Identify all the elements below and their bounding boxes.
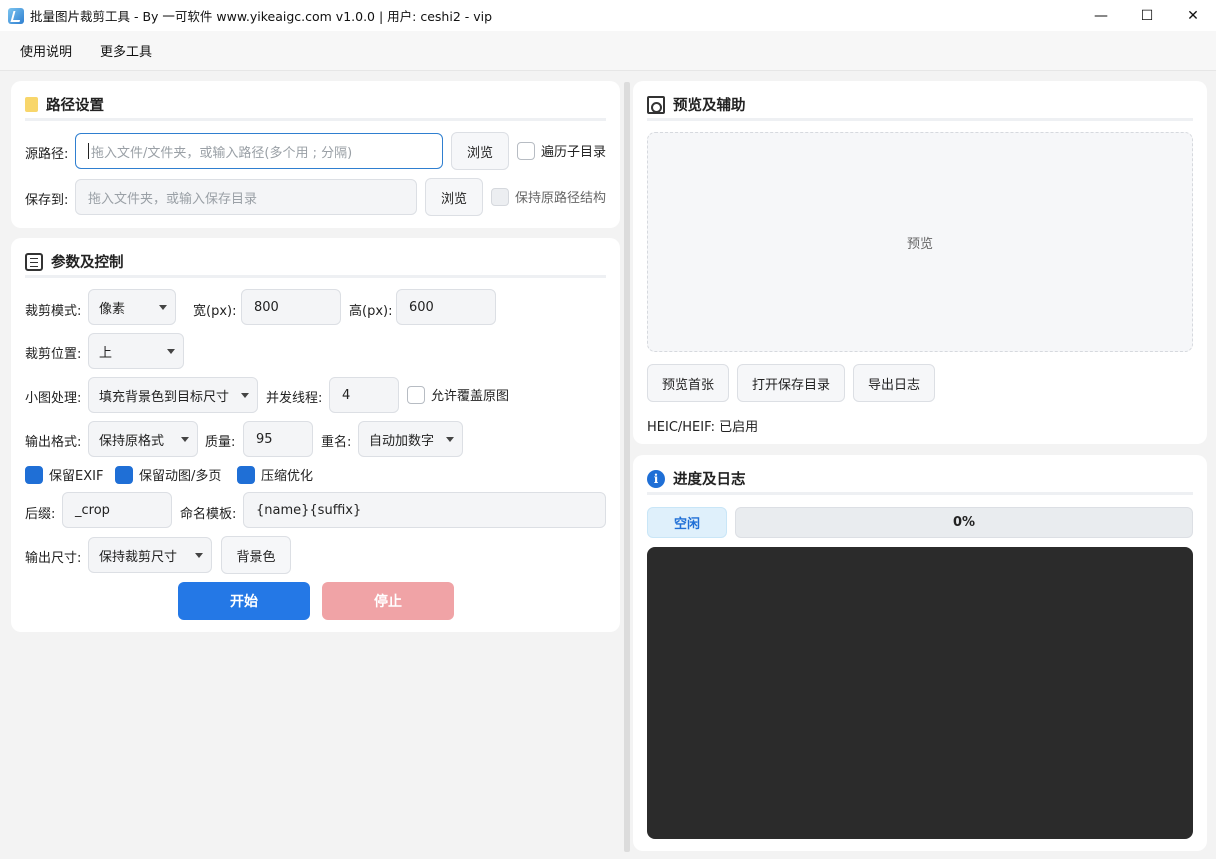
- progress-header: i 进度及日志: [647, 465, 1193, 495]
- overwrite-box: [407, 385, 425, 404]
- progress-title: 进度及日志: [673, 472, 746, 488]
- save-label: 保存到:: [25, 193, 69, 208]
- compress-checkbox[interactable]: 压缩优化: [237, 465, 313, 484]
- preview-placeholder: 预览: [906, 236, 933, 252]
- format-select[interactable]: 保持原格式: [88, 421, 198, 457]
- width-label: 宽(px):: [193, 304, 237, 319]
- status-badge: 空闲: [647, 507, 727, 538]
- keep-structure-checkbox[interactable]: 保持原路径结构: [491, 187, 606, 206]
- app-icon: [8, 7, 24, 24]
- template-input[interactable]: {name}{suffix}: [243, 492, 606, 528]
- export-log-button[interactable]: 导出日志: [853, 364, 935, 402]
- crop-position-select[interactable]: 上: [88, 333, 184, 369]
- preview-first-button[interactable]: 预览首张: [647, 364, 729, 402]
- keep-structure-box: [491, 187, 509, 206]
- menu-bar: 使用说明 更多工具: [0, 31, 1216, 71]
- recurse-box: [517, 141, 535, 160]
- preview-title: 预览及辅助: [673, 98, 746, 114]
- suffix-input[interactable]: _crop: [62, 492, 172, 528]
- start-button[interactable]: 开始: [178, 582, 310, 620]
- small-image-select[interactable]: 填充背景色到目标尺寸: [88, 377, 258, 413]
- crop-position-label: 裁剪位置:: [25, 347, 82, 362]
- compress-box: [237, 465, 255, 484]
- chevron-down-icon: [181, 437, 189, 442]
- preview-header: 预览及辅助: [647, 91, 1193, 121]
- keep-animation-box: [115, 465, 133, 484]
- threads-input[interactable]: 4: [329, 377, 399, 413]
- preview-icon: [647, 95, 665, 114]
- open-save-dir-button[interactable]: 打开保存目录: [737, 364, 845, 402]
- width-input[interactable]: 800: [241, 289, 341, 325]
- heic-status: HEIC/HEIF: 已启用: [647, 420, 759, 435]
- title-bar: 批量图片裁剪工具 - By 一可软件 www.yikeaigc.com v1.0…: [0, 0, 1216, 31]
- minimize-button[interactable]: —: [1078, 0, 1124, 31]
- maximize-button[interactable]: ☐: [1124, 0, 1170, 31]
- source-path-input[interactable]: 拖入文件/文件夹，或输入路径(多个用 ; 分隔): [75, 133, 443, 169]
- params-header: 参数及控制: [25, 248, 606, 278]
- log-console[interactable]: [647, 547, 1193, 839]
- progress-text: 0%: [952, 515, 976, 530]
- chevron-down-icon: [195, 553, 203, 558]
- text-caret: [88, 143, 89, 159]
- small-image-label: 小图处理:: [25, 391, 82, 406]
- params-card: 参数及控制 裁剪模式: 像素 宽(px): 800 高(px): 600 裁剪位…: [11, 238, 620, 632]
- path-settings-header: 路径设置: [25, 91, 606, 121]
- keep-exif-box: [25, 465, 43, 484]
- keep-animation-checkbox[interactable]: 保留动图/多页: [115, 465, 221, 484]
- path-settings-card: 路径设置 源路径: 拖入文件/文件夹，或输入路径(多个用 ; 分隔) 浏览 遍历…: [11, 81, 620, 228]
- background-color-button[interactable]: 背景色: [221, 536, 291, 574]
- overwrite-checkbox[interactable]: 允许覆盖原图: [407, 385, 509, 404]
- info-icon: i: [647, 469, 665, 488]
- threads-label: 并发线程:: [266, 391, 323, 406]
- format-label: 输出格式:: [25, 435, 82, 450]
- chevron-down-icon: [241, 393, 249, 398]
- recurse-checkbox[interactable]: 遍历子目录: [517, 141, 606, 160]
- menu-usage[interactable]: 使用说明: [20, 41, 72, 60]
- template-label: 命名模板:: [180, 507, 237, 522]
- window-title: 批量图片裁剪工具 - By 一可软件 www.yikeaigc.com v1.0…: [30, 9, 493, 24]
- chevron-down-icon: [446, 437, 454, 442]
- output-size-select[interactable]: 保持裁剪尺寸: [88, 537, 212, 573]
- chevron-down-icon: [167, 349, 175, 354]
- preview-area: 预览: [647, 132, 1193, 352]
- list-icon: [25, 252, 43, 271]
- pane-splitter[interactable]: [624, 82, 630, 852]
- params-title: 参数及控制: [51, 255, 124, 271]
- rename-select[interactable]: 自动加数字: [358, 421, 463, 457]
- chevron-down-icon: [159, 305, 167, 310]
- output-size-label: 输出尺寸:: [25, 551, 82, 566]
- save-browse-button[interactable]: 浏览: [425, 178, 483, 216]
- menu-more-tools[interactable]: 更多工具: [100, 41, 152, 60]
- source-browse-button[interactable]: 浏览: [451, 132, 509, 170]
- rename-label: 重名:: [321, 435, 352, 450]
- crop-mode-select[interactable]: 像素: [88, 289, 176, 325]
- path-settings-title: 路径设置: [46, 98, 104, 114]
- suffix-label: 后缀:: [25, 507, 56, 522]
- keep-exif-checkbox[interactable]: 保留EXIF: [25, 465, 103, 484]
- close-button[interactable]: ✕: [1170, 0, 1216, 31]
- folder-icon: [25, 97, 38, 112]
- stop-button[interactable]: 停止: [322, 582, 454, 620]
- height-label: 高(px):: [349, 304, 393, 319]
- quality-label: 质量:: [205, 435, 236, 450]
- save-path-input[interactable]: 拖入文件夹，或输入保存目录: [75, 179, 417, 215]
- source-label: 源路径:: [25, 147, 69, 162]
- crop-mode-label: 裁剪模式:: [25, 304, 82, 319]
- height-input[interactable]: 600: [396, 289, 496, 325]
- progress-bar: 0%: [735, 507, 1193, 538]
- quality-input[interactable]: 95: [243, 421, 313, 457]
